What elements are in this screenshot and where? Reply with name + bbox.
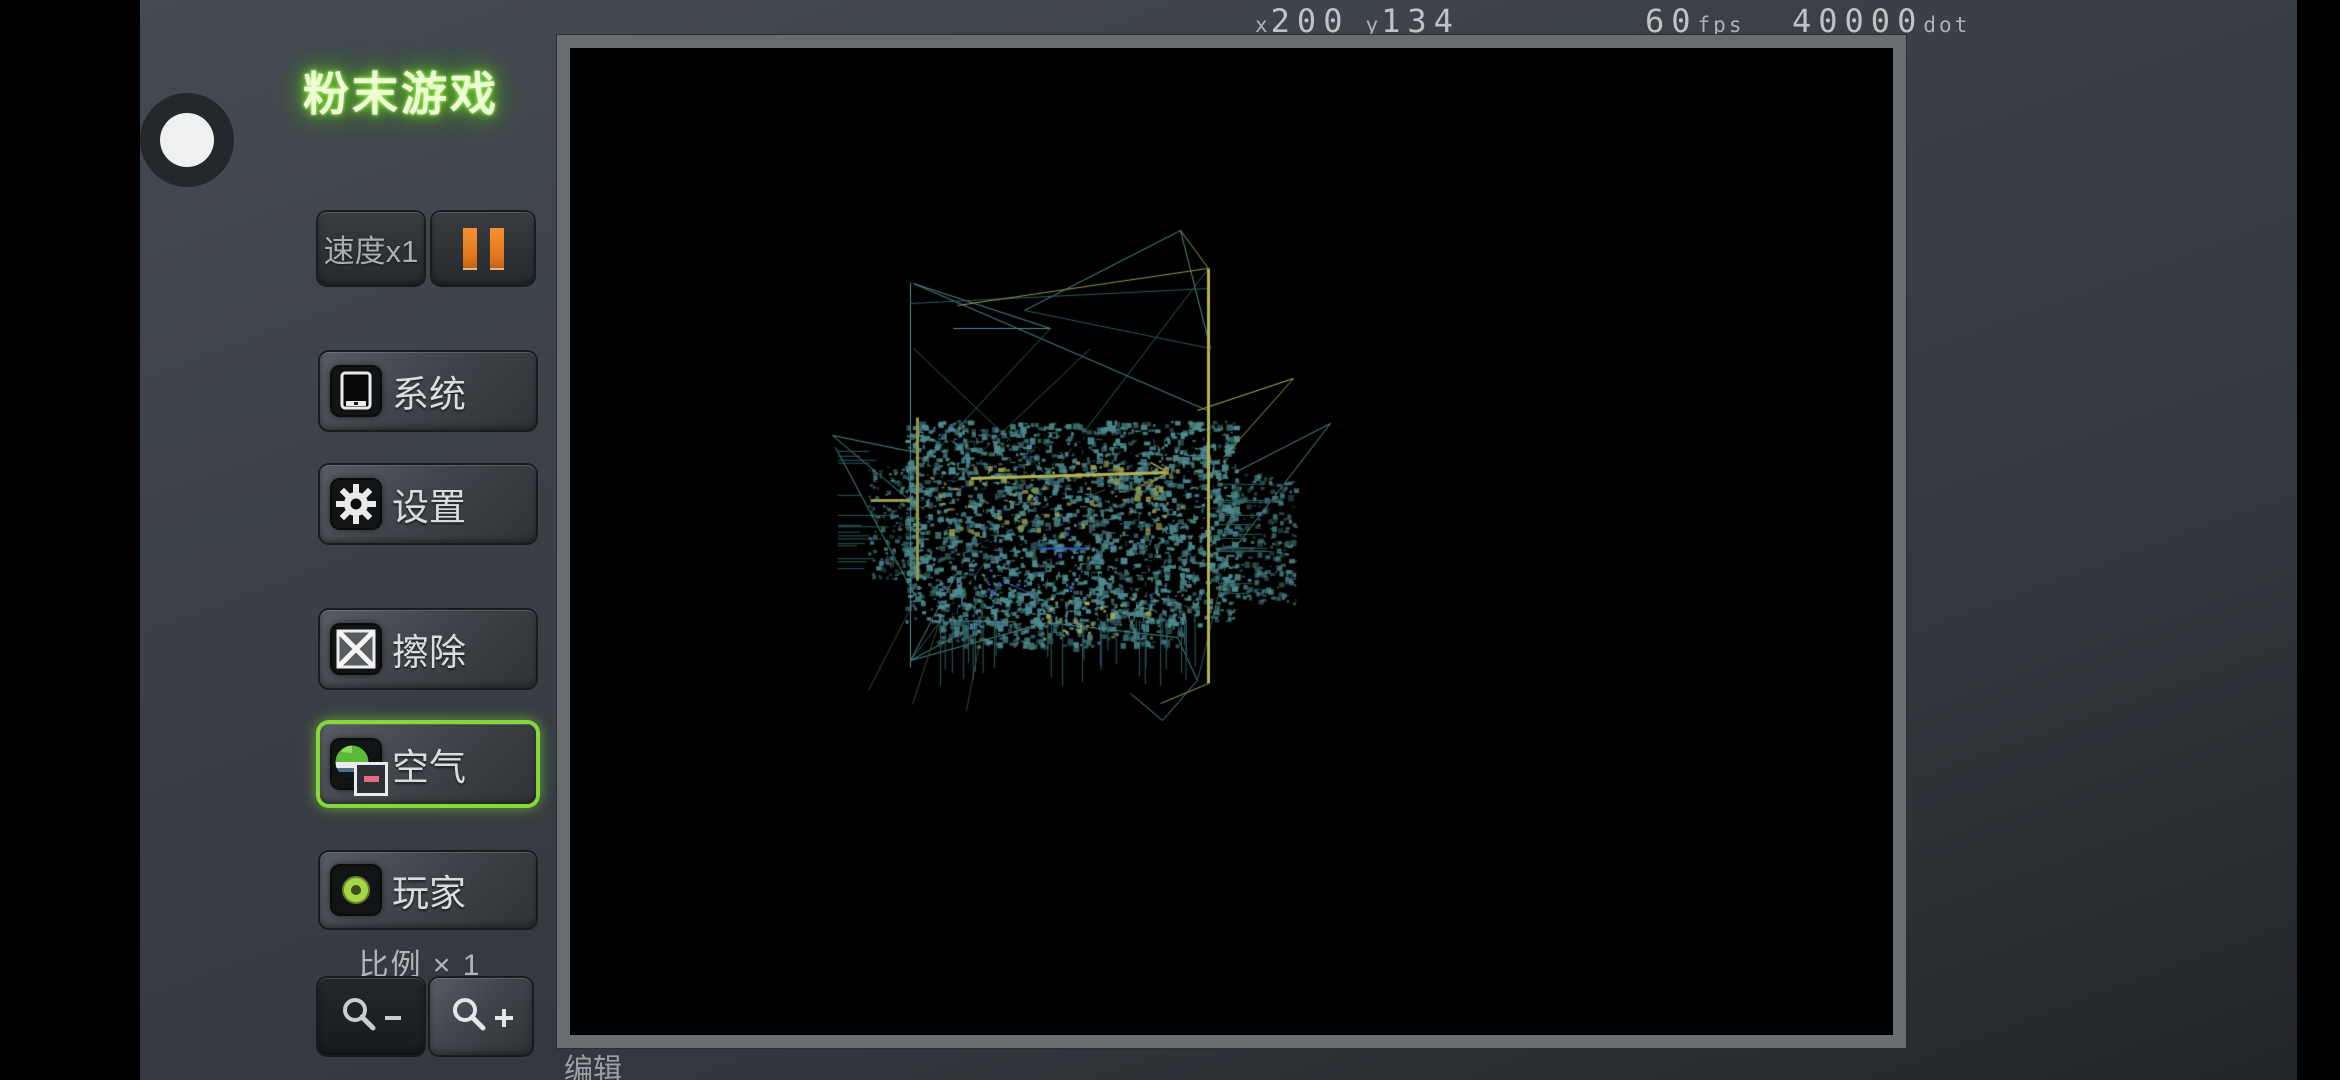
sidebar-item-label: 系统 <box>392 364 466 418</box>
speed-button-label: 速度x1 <box>324 226 419 271</box>
sidebar-item-system[interactable]: 系统 <box>320 352 536 430</box>
game-title: 粉末游戏 <box>303 58 543 124</box>
magnifier-minus-icon <box>333 992 409 1042</box>
sidebar-item-erase[interactable]: 擦除 <box>320 610 536 688</box>
zoom-out-button[interactable] <box>318 978 424 1055</box>
erase-x-icon <box>332 625 380 673</box>
powder-game-screen: x200 y134 60fps 40000dot 编辑 粉末游戏 速度x1 <box>0 0 2340 1080</box>
zoom-in-button[interactable] <box>430 978 532 1055</box>
pause-button[interactable] <box>432 212 534 285</box>
magnifier-plus-icon <box>443 992 519 1042</box>
sidebar-item-label: 空气 <box>392 737 466 791</box>
sidebar-item-label: 玩家 <box>392 863 466 917</box>
sidebar-item-settings[interactable]: 设置 <box>320 465 536 543</box>
coord-y-label: y <box>1365 13 1381 37</box>
simulation-canvas[interactable] <box>570 48 1893 1035</box>
sidebar-item-label: 设置 <box>392 477 466 531</box>
dot-label: dot <box>1923 13 1970 37</box>
joystick-knob[interactable] <box>160 113 214 167</box>
sidebar-item-air[interactable]: 空气 <box>320 724 536 804</box>
player-ball-icon <box>332 866 380 914</box>
air-element-icon <box>332 740 380 788</box>
fps-label: fps <box>1698 13 1745 37</box>
coord-x-label: x <box>1255 13 1271 37</box>
gear-icon <box>332 480 380 528</box>
cursor-coordinates: x200 y134 <box>1255 2 1460 34</box>
edit-mode-label: 编辑 <box>564 1046 622 1080</box>
sidebar-item-label: 擦除 <box>392 622 466 676</box>
minus-tool-badge <box>354 762 388 796</box>
pause-icon <box>463 228 504 270</box>
speed-button[interactable]: 速度x1 <box>318 212 424 285</box>
simulation-frame <box>557 35 1906 1048</box>
monitor-icon <box>332 367 380 415</box>
sidebar-item-player[interactable]: 玩家 <box>320 852 536 928</box>
fps-counter: 60fps <box>1645 2 1744 34</box>
dot-counter: 40000dot <box>1792 2 1970 34</box>
app-background: x200 y134 60fps 40000dot 编辑 粉末游戏 速度x1 <box>140 0 2297 1080</box>
